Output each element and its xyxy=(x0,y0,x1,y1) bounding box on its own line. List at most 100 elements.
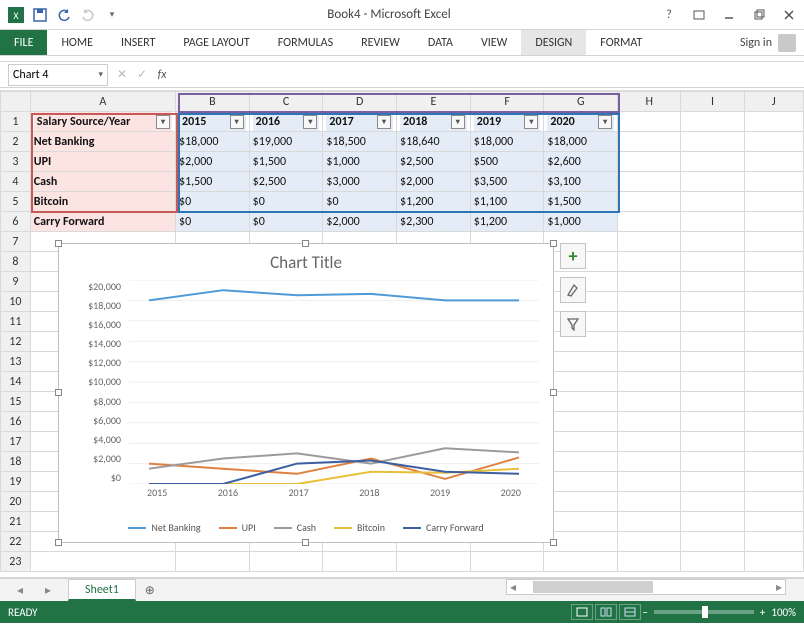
cell-H8[interactable] xyxy=(618,252,681,272)
cell-J6[interactable] xyxy=(744,212,803,232)
cell-H17[interactable] xyxy=(618,432,681,452)
cell-I8[interactable] xyxy=(681,252,744,272)
cell-D4[interactable]: $3,000 xyxy=(323,172,397,192)
cell-G2[interactable]: $18,000 xyxy=(544,132,618,152)
cell-G17[interactable] xyxy=(544,432,618,452)
cell-C5[interactable]: $0 xyxy=(249,192,323,212)
cell-J2[interactable] xyxy=(744,132,803,152)
tab-format[interactable]: FORMAT xyxy=(586,30,656,55)
row-header-4[interactable]: 4 xyxy=(1,172,31,192)
cell-I22[interactable] xyxy=(681,532,744,552)
view-page-layout-icon[interactable] xyxy=(595,604,617,620)
cell-I10[interactable] xyxy=(681,292,744,312)
cell-J7[interactable] xyxy=(744,232,803,252)
qat-customize-icon[interactable]: ▾ xyxy=(100,3,124,27)
cell-H10[interactable] xyxy=(618,292,681,312)
cell-J5[interactable] xyxy=(744,192,803,212)
filter-icon[interactable]: ▾ xyxy=(230,115,244,129)
sheet-nav[interactable]: ◂▸ xyxy=(0,579,68,601)
formula-input[interactable] xyxy=(172,64,804,86)
col-header-J[interactable]: J xyxy=(744,92,803,112)
cell-H3[interactable] xyxy=(618,152,681,172)
tab-data[interactable]: DATA xyxy=(414,30,467,55)
cell-I23[interactable] xyxy=(681,552,744,572)
row-header-19[interactable]: 19 xyxy=(1,472,31,492)
row-header-21[interactable]: 21 xyxy=(1,512,31,532)
col-header-H[interactable]: H xyxy=(618,92,681,112)
cell-G23[interactable] xyxy=(544,552,618,572)
cell-B23[interactable] xyxy=(175,552,249,572)
cell-I6[interactable] xyxy=(681,212,744,232)
cell-G13[interactable] xyxy=(544,352,618,372)
cell-A5[interactable]: Bitcoin xyxy=(30,192,175,212)
col-header-C[interactable]: C xyxy=(249,92,323,112)
cell-E4[interactable]: $2,000 xyxy=(397,172,471,192)
cell-I14[interactable] xyxy=(681,372,744,392)
cell-I13[interactable] xyxy=(681,352,744,372)
cell-I21[interactable] xyxy=(681,512,744,532)
cell-B1[interactable]: 2015▾ xyxy=(175,112,249,132)
tab-file[interactable]: FILE xyxy=(0,30,47,55)
enter-formula-icon[interactable]: ✓ xyxy=(132,67,152,82)
horizontal-scrollbar[interactable]: ◂▸ xyxy=(506,579,786,595)
row-header-22[interactable]: 22 xyxy=(1,532,31,552)
filter-icon[interactable]: ▾ xyxy=(451,115,465,129)
row-header-17[interactable]: 17 xyxy=(1,432,31,452)
cell-F4[interactable]: $3,500 xyxy=(470,172,544,192)
col-header-G[interactable]: G xyxy=(544,92,618,112)
cell-A2[interactable]: Net Banking xyxy=(30,132,175,152)
cell-J9[interactable] xyxy=(744,272,803,292)
col-header-B[interactable]: B xyxy=(175,92,249,112)
cell-B2[interactable]: $18,000 xyxy=(175,132,249,152)
row-header-5[interactable]: 5 xyxy=(1,192,31,212)
cell-A3[interactable]: UPI xyxy=(30,152,175,172)
cell-I9[interactable] xyxy=(681,272,744,292)
minimize-icon[interactable] xyxy=(714,3,744,27)
cell-A1[interactable]: Salary Source/Year▾ xyxy=(30,112,175,132)
cell-A4[interactable]: Cash xyxy=(30,172,175,192)
help-icon[interactable]: ? xyxy=(654,3,684,27)
cell-C6[interactable]: $0 xyxy=(249,212,323,232)
save-icon[interactable] xyxy=(28,3,52,27)
tab-insert[interactable]: INSERT xyxy=(107,30,169,55)
select-all-corner[interactable] xyxy=(1,92,31,112)
cell-A23[interactable] xyxy=(30,552,175,572)
cell-I17[interactable] xyxy=(681,432,744,452)
cell-B5[interactable]: $0 xyxy=(175,192,249,212)
cell-H5[interactable] xyxy=(618,192,681,212)
cell-F3[interactable]: $500 xyxy=(470,152,544,172)
row-header-10[interactable]: 10 xyxy=(1,292,31,312)
cell-G18[interactable] xyxy=(544,452,618,472)
filter-icon[interactable]: ▾ xyxy=(524,115,538,129)
cell-J11[interactable] xyxy=(744,312,803,332)
cell-A6[interactable]: Carry Forward xyxy=(30,212,175,232)
cell-J22[interactable] xyxy=(744,532,803,552)
cell-J19[interactable] xyxy=(744,472,803,492)
cell-J14[interactable] xyxy=(744,372,803,392)
cell-H14[interactable] xyxy=(618,372,681,392)
cell-J20[interactable] xyxy=(744,492,803,512)
cell-E23[interactable] xyxy=(397,552,471,572)
sheet-tab-sheet1[interactable]: Sheet1 xyxy=(68,579,136,601)
row-header-14[interactable]: 14 xyxy=(1,372,31,392)
cell-I1[interactable] xyxy=(681,112,744,132)
cell-I20[interactable] xyxy=(681,492,744,512)
cell-G6[interactable]: $1,000 xyxy=(544,212,618,232)
filter-icon[interactable]: ▾ xyxy=(598,115,612,129)
cell-H19[interactable] xyxy=(618,472,681,492)
cell-B4[interactable]: $1,500 xyxy=(175,172,249,192)
cell-I7[interactable] xyxy=(681,232,744,252)
ribbon-display-icon[interactable] xyxy=(684,3,714,27)
fx-icon[interactable]: fx xyxy=(152,68,172,82)
cell-H15[interactable] xyxy=(618,392,681,412)
cell-H9[interactable] xyxy=(618,272,681,292)
cell-J4[interactable] xyxy=(744,172,803,192)
cell-E2[interactable]: $18,640 xyxy=(397,132,471,152)
cell-D6[interactable]: $2,000 xyxy=(323,212,397,232)
cell-J12[interactable] xyxy=(744,332,803,352)
row-header-20[interactable]: 20 xyxy=(1,492,31,512)
tab-review[interactable]: REVIEW xyxy=(347,30,414,55)
cell-H11[interactable] xyxy=(618,312,681,332)
tab-page-layout[interactable]: PAGE LAYOUT xyxy=(169,30,263,55)
name-box[interactable]: Chart 4▾ xyxy=(8,64,108,86)
